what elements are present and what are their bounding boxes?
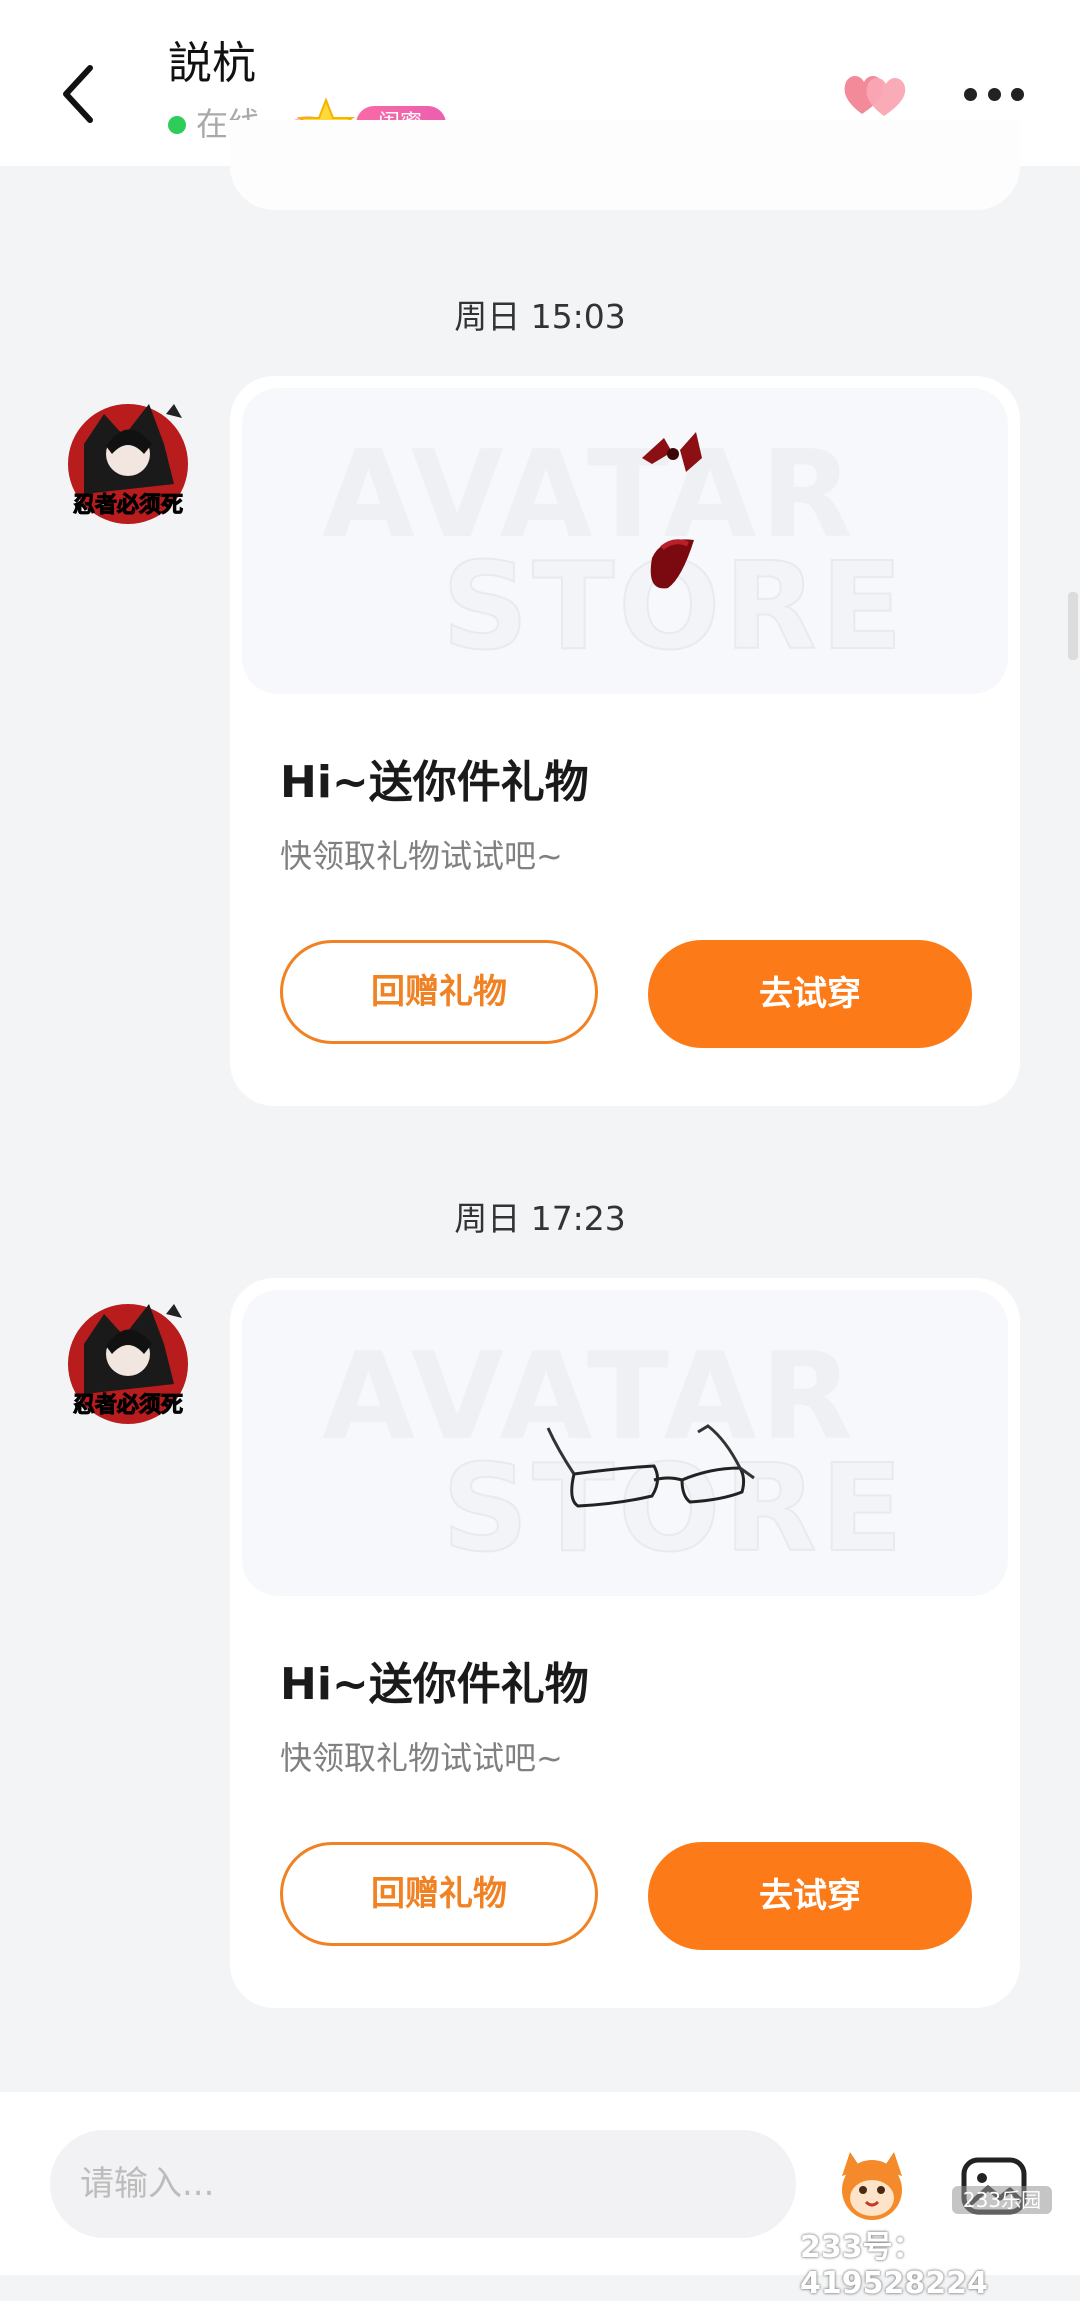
- message-timestamp: 周日 17:23: [454, 1199, 626, 1238]
- message-timestamp: 周日 15:03: [454, 297, 626, 336]
- gift-card-title: Hi~送你件礼物: [280, 1659, 589, 1710]
- hair-bow-gift-icon: [642, 432, 702, 589]
- back-arrow-icon[interactable]: [52, 58, 112, 130]
- try-on-button[interactable]: 去试穿: [648, 940, 972, 1048]
- gift-card-subtitle: 快领取礼物试试吧~: [280, 1739, 563, 1777]
- svg-text:忍者必须死: 忍者必须死: [73, 1392, 183, 1418]
- contact-name[interactable]: 説杭: [168, 36, 256, 92]
- message-input[interactable]: [50, 2130, 796, 2238]
- more-options-button[interactable]: [964, 82, 1024, 106]
- return-gift-button[interactable]: 回赠礼物: [280, 940, 598, 1044]
- return-gift-button[interactable]: 回赠礼物: [280, 1842, 598, 1946]
- svg-text:忍者必须死: 忍者必须死: [73, 492, 183, 518]
- gift-card: AVATAR STORE Hi~送你件礼物 快领取礼物试试吧~ 回赠礼物 去试穿: [230, 376, 1020, 1106]
- emoji-mascot-icon[interactable]: [832, 2146, 912, 2226]
- online-status-dot: [168, 116, 186, 134]
- gift-card-subtitle: 快领取礼物试试吧~: [280, 837, 563, 875]
- app-watermark-logo: 233乐园: [952, 2186, 1052, 2214]
- gift-card-title: Hi~送你件礼物: [280, 757, 589, 808]
- gift-card: AVATAR STORE Hi~送你件礼物 快领取礼物试试吧~ 回赠礼物 去试穿: [230, 1278, 1020, 2008]
- glasses-gift-icon: [546, 1424, 755, 1508]
- previous-message-card: [230, 120, 1020, 210]
- gift-preview[interactable]: AVATAR STORE: [242, 388, 1008, 694]
- gift-preview[interactable]: AVATAR STORE: [242, 1290, 1008, 1596]
- more-dot-icon: [964, 87, 977, 101]
- try-on-button[interactable]: 去试穿: [648, 1842, 972, 1950]
- more-dot-icon: [987, 87, 1001, 101]
- user-id-watermark: 233号：419528224: [800, 2230, 988, 2301]
- sender-avatar[interactable]: 忍者必须死: [54, 384, 202, 532]
- sender-avatar[interactable]: 忍者必须死: [54, 1284, 202, 1432]
- intimacy-hearts-icon[interactable]: [840, 68, 912, 120]
- scrollbar[interactable]: [1068, 592, 1078, 660]
- more-dot-icon: [1011, 87, 1024, 101]
